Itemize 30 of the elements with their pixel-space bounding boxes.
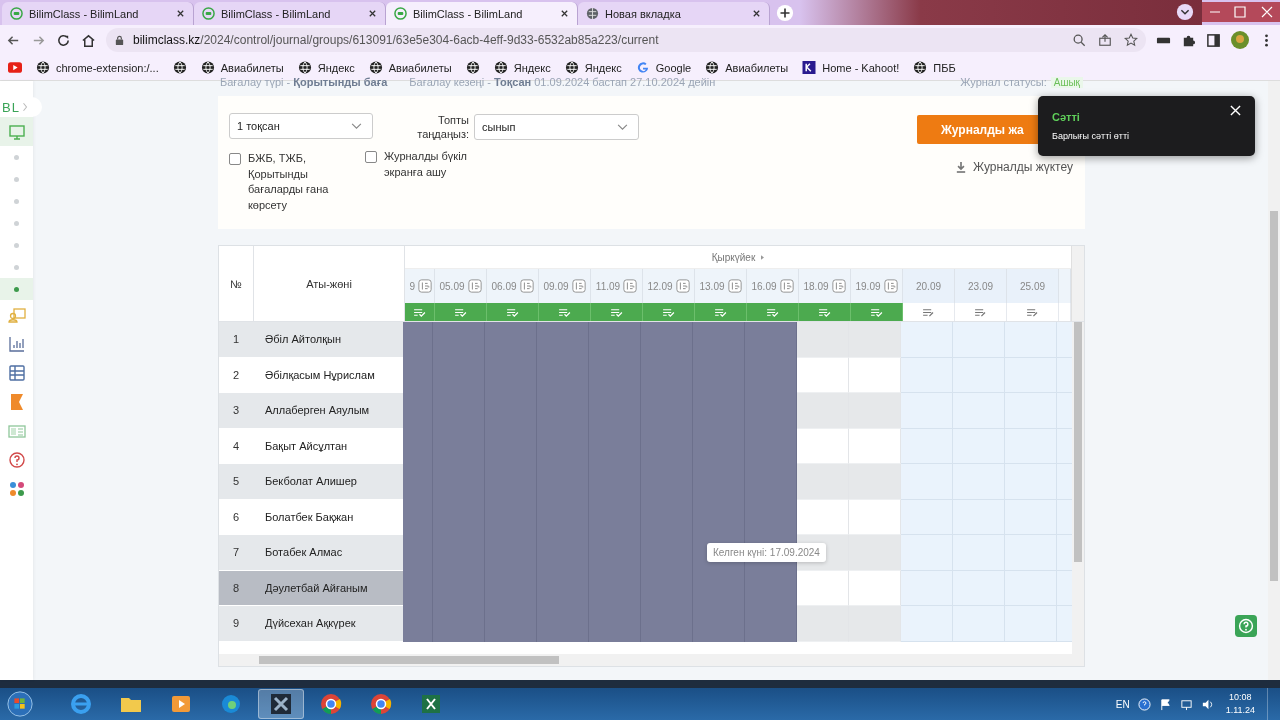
bookmark-label: Home - Kahoot! [822, 61, 900, 74]
status-label: Журнал статусы: [960, 76, 1047, 88]
tab-title: Новая вкладка [605, 7, 682, 20]
bookmark-label: Яндекс [513, 61, 551, 74]
column-header: № [219, 246, 254, 321]
url-text: bilimclass.kz/2024/control/journal/groups/613091/63e5e304-6acb-4eff-9d33-6532ab85a223/current [133, 33, 659, 47]
bookmark-label: Авиабилеты [725, 61, 789, 74]
checkbox-label: Журналды бүкіл экранға ашу [384, 149, 468, 180]
bookmark-label: Яндекс [584, 61, 622, 74]
row-number: 3 [219, 393, 253, 429]
checkbox-label: БЖБ, ТЖБ, Қорытынды бағаларды ғана көрсету [248, 151, 330, 213]
row-number: 7 [219, 535, 253, 571]
status-badge: Ашық [1050, 76, 1083, 88]
bookmark-label: Авиабилеты [388, 61, 452, 74]
group-label: Топты таңдаңыз: [416, 113, 469, 141]
grade-type-text: Бағалау түрі - Қорытынды баға [220, 76, 388, 88]
row-number: 5 [219, 464, 253, 500]
row-number: 9 [219, 606, 253, 642]
bookmark-label: Авиабилеты [220, 61, 284, 74]
tab-title: BilimClass - BilimLand [221, 7, 332, 20]
bookmark-label: Яндекс [317, 61, 355, 74]
tab-title: BilimClass - BilimLand [29, 7, 140, 20]
row-number: 8 [219, 570, 253, 606]
bookmark-label: Google [655, 61, 692, 74]
tooltip: Келген күні: 17.09.2024 [707, 543, 826, 562]
period-text: Бағалау кезеңі - Тоқсан 01.09.2024 бастап 27.10.2024 дейін [409, 76, 716, 88]
bookmark-label: chrome-extension:/... [56, 61, 159, 74]
row-number: 1 [219, 322, 253, 358]
bookmark-label: ПББ [933, 61, 956, 74]
tab-title: BilimClass - BilimLand [413, 7, 524, 20]
